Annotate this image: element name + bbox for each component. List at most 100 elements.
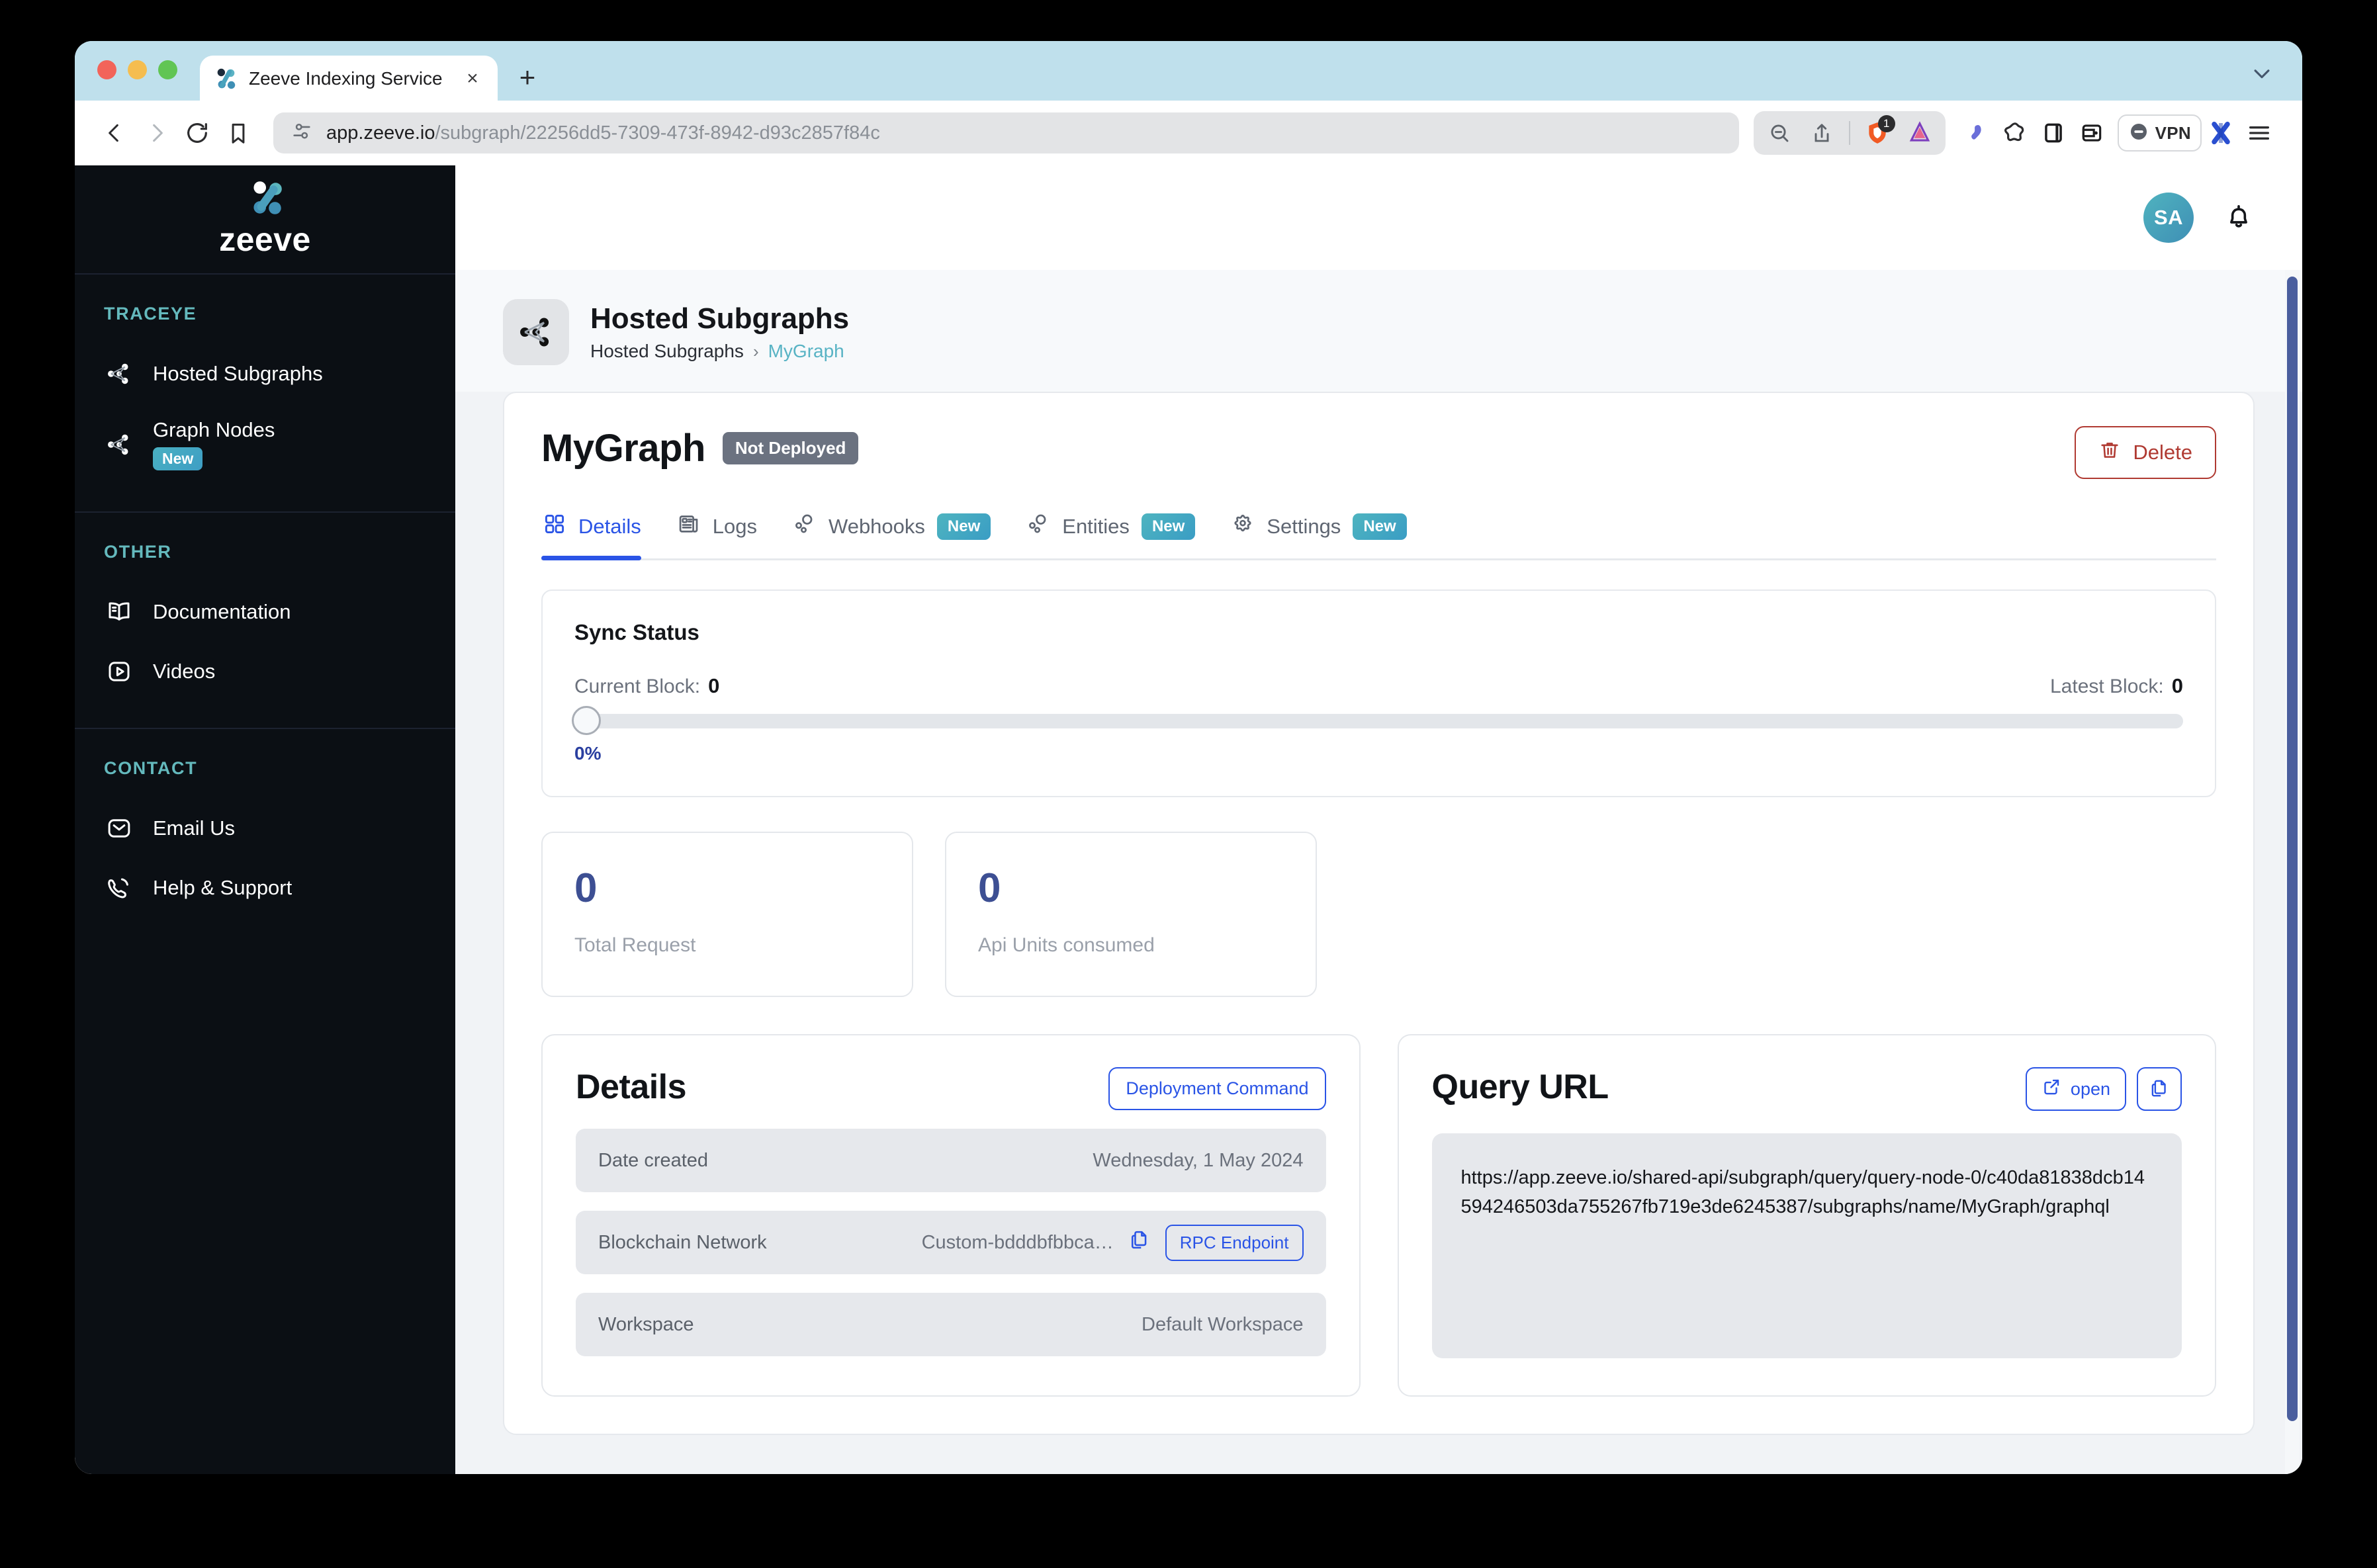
menu-icon[interactable] [2240, 114, 2278, 152]
sidebar-item-hosted-subgraphs[interactable]: Hosted Subgraphs [75, 344, 455, 404]
sidebar-item-label: Graph Nodes [153, 418, 275, 442]
details-card: Details Deployment Command Date created … [541, 1034, 1361, 1397]
maximize-window-button[interactable] [158, 60, 177, 79]
sidebar-item-videos[interactable]: Videos [75, 642, 455, 701]
tab-label: Details [578, 515, 641, 539]
graph-tabs: Details Logs [541, 512, 2216, 560]
browser-tab[interactable]: Zeeve Indexing Service × [200, 56, 498, 102]
detail-row-workspace: Workspace Default Workspace [576, 1293, 1326, 1356]
tab-details[interactable]: Details [541, 512, 670, 558]
sidebar-item-documentation[interactable]: Documentation [75, 582, 455, 642]
sidebar-item-label: Documentation [153, 600, 291, 624]
browser-toolbar: app.zeeve.io/subgraph/22256dd5-7309-473f… [75, 101, 2302, 165]
extension-puzzle-icon[interactable] [1957, 114, 1996, 152]
close-icon[interactable]: × [461, 67, 484, 91]
tab-settings[interactable]: Settings New [1224, 512, 1435, 558]
extension-x-icon[interactable] [2202, 114, 2240, 152]
sync-progress-handle[interactable] [572, 706, 601, 735]
toolbar-action-group: 1 [1754, 111, 1946, 155]
webhook-nodes-icon [793, 512, 817, 541]
tab-label: Logs [713, 515, 757, 539]
deployment-command-button[interactable]: Deployment Command [1108, 1067, 1325, 1110]
vertical-scrollbar[interactable] [2285, 270, 2300, 1474]
main-area: SA Hosted Subgraphs Hosted Subgraphs › [455, 165, 2302, 1474]
scroll-content: Hosted Subgraphs Hosted Subgraphs › MyGr… [455, 270, 2302, 1474]
brand-logo[interactable]: zeeve [75, 165, 455, 275]
query-url-box[interactable]: https://app.zeeve.io/shared-api/subgraph… [1432, 1133, 2182, 1358]
site-settings-icon[interactable] [291, 120, 313, 146]
open-query-url-button[interactable]: open [2026, 1067, 2126, 1111]
current-block-label: Current Block: [574, 675, 700, 697]
vpn-button[interactable]: VPN [2118, 114, 2202, 152]
content-wrap: MyGraph Not Deployed Delete [455, 392, 2302, 1435]
sidebar-item-label: Videos [153, 660, 215, 683]
zeeve-logo-icon [245, 180, 286, 219]
close-window-button[interactable] [97, 60, 116, 79]
scrollbar-thumb[interactable] [2287, 277, 2298, 1421]
envelope-icon [104, 813, 134, 844]
sidebar-section-other: OTHER Documentation Videos [75, 513, 455, 729]
details-card-header: Details Deployment Command [576, 1067, 1326, 1110]
sidebar-panel-icon[interactable] [2034, 114, 2073, 152]
sidebar-section-traceye: TRACEYE Hosted Subgraphs Graph Nodes New [75, 275, 455, 513]
copy-icon [2149, 1078, 2170, 1101]
breadcrumb: Hosted Subgraphs › MyGraph [590, 341, 849, 362]
browser-tab-strip: Zeeve Indexing Service × + [75, 41, 2302, 101]
latest-block: Latest Block:0 [2050, 674, 2183, 698]
new-badge: New [937, 513, 991, 540]
copy-query-url-button[interactable] [2137, 1067, 2182, 1111]
extension-wallet-icon[interactable] [1996, 114, 2034, 152]
stat-value: 0 [978, 872, 1284, 905]
sidebar-item-help-support[interactable]: Help & Support [75, 858, 455, 918]
bookmark-icon[interactable] [218, 112, 259, 153]
trash-icon [2098, 439, 2121, 466]
play-square-icon [104, 656, 134, 687]
back-icon[interactable] [95, 112, 136, 153]
sync-percent-label: 0% [574, 743, 2183, 764]
avatar[interactable]: SA [2143, 193, 2194, 243]
tab-entities[interactable]: Entities New [1020, 512, 1224, 558]
sidebar-section-contact: CONTACT Email Us Help & Support [75, 729, 455, 944]
stat-card-total-request: 0 Total Request [541, 832, 913, 997]
divider [1849, 121, 1850, 145]
zoom-out-icon[interactable] [1760, 114, 1799, 152]
share-icon[interactable] [1803, 114, 1841, 152]
sync-progress-track[interactable] [574, 714, 2183, 728]
rpc-endpoint-button[interactable]: RPC Endpoint [1165, 1225, 1304, 1261]
sidebar-item-graph-nodes[interactable]: Graph Nodes New [75, 404, 455, 485]
new-tab-button[interactable]: + [508, 58, 547, 97]
grid-squares-icon [543, 512, 566, 541]
tab-webhooks[interactable]: Webhooks New [786, 512, 1020, 558]
brave-rewards-icon[interactable] [1901, 114, 1939, 152]
wallet-icon[interactable] [2073, 114, 2111, 152]
webhook-nodes-icon [1026, 512, 1050, 541]
breadcrumb-current: MyGraph [768, 341, 844, 362]
graph-identity: MyGraph Not Deployed [541, 426, 858, 470]
shield-badge-count: 1 [1878, 115, 1895, 132]
query-url-card: Query URL open [1398, 1034, 2217, 1397]
window-controls [97, 41, 177, 101]
sidebar-item-email-us[interactable]: Email Us [75, 799, 455, 858]
address-bar[interactable]: app.zeeve.io/subgraph/22256dd5-7309-473f… [273, 112, 1739, 153]
bell-icon[interactable] [2223, 200, 2255, 236]
minimize-window-button[interactable] [128, 60, 147, 79]
latest-block-label: Latest Block: [2050, 675, 2164, 697]
tab-logs[interactable]: Logs [670, 512, 786, 558]
toolbar-actions: 1 VPN [1754, 111, 2278, 155]
open-label: open [2071, 1079, 2110, 1100]
stat-card-api-units: 0 Api Units consumed [945, 832, 1317, 997]
stat-label: Total Request [574, 934, 880, 957]
forward-icon[interactable] [136, 112, 177, 153]
brave-shields-icon[interactable]: 1 [1858, 114, 1897, 152]
browser-window: Zeeve Indexing Service × + [75, 41, 2302, 1474]
sidebar-item-label: Email Us [153, 816, 235, 840]
copy-icon[interactable] [1128, 1229, 1151, 1256]
chevron-down-icon[interactable] [2251, 62, 2273, 90]
sync-status-heading: Sync Status [574, 620, 2183, 645]
external-link-icon [2041, 1077, 2061, 1102]
url-host: app.zeeve.io [326, 122, 435, 144]
detail-key: Workspace [598, 1314, 694, 1336]
delete-button[interactable]: Delete [2075, 426, 2216, 479]
reload-icon[interactable] [177, 112, 218, 153]
breadcrumb-parent[interactable]: Hosted Subgraphs [590, 341, 744, 362]
